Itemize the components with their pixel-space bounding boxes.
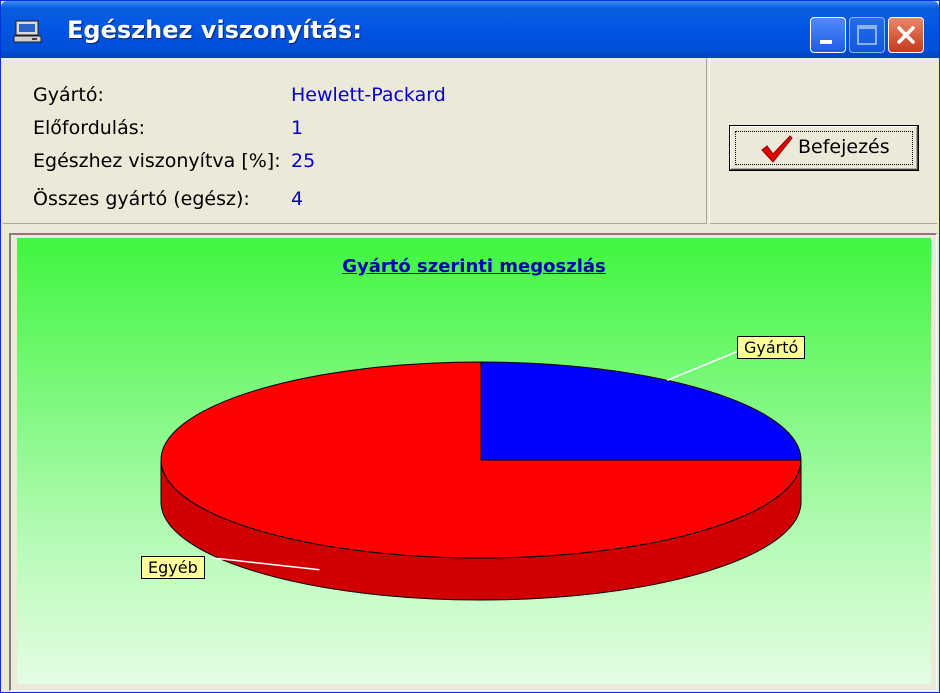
info-panel: Gyártó: Hewlett-Packard Előfordulás: 1 E… bbox=[3, 58, 707, 224]
occurrence-label: Előfordulás: bbox=[33, 117, 146, 139]
manufacturer-value: Hewlett-Packard bbox=[291, 84, 446, 106]
pie-slice-manufacturer bbox=[480, 361, 802, 461]
finish-button-label: Befejezés bbox=[798, 136, 890, 158]
dialog-window: Egészhez viszonyítás: Gyártó: Hewlett-Pa… bbox=[0, 0, 940, 693]
maximize-icon bbox=[857, 25, 877, 45]
minimize-icon bbox=[820, 40, 832, 44]
slice-label-other: Egyéb bbox=[141, 556, 205, 579]
slice-label-manufacturer: Gyártó bbox=[737, 336, 806, 359]
close-button[interactable] bbox=[888, 17, 924, 53]
percent-label: Egészhez viszonyítva [%]: bbox=[33, 150, 281, 172]
minimize-button[interactable] bbox=[810, 17, 846, 53]
close-icon bbox=[897, 26, 915, 44]
window-title: Egészhez viszonyítás: bbox=[67, 16, 362, 44]
title-bar[interactable]: Egészhez viszonyítás: bbox=[1, 1, 939, 58]
total-label: Összes gyártó (egész): bbox=[33, 188, 250, 210]
occurrence-value: 1 bbox=[291, 117, 304, 139]
computer-icon bbox=[13, 20, 42, 43]
finish-button[interactable]: Befejezés bbox=[729, 125, 919, 171]
leader-line-manufacturer bbox=[666, 349, 742, 381]
pie-chart: Gyártó szerinti megoszlás Gyártó Egyéb bbox=[17, 238, 931, 684]
pie-chart-canvas bbox=[160, 349, 802, 601]
total-value: 4 bbox=[291, 188, 304, 210]
red-checkmark-icon bbox=[761, 135, 793, 163]
percent-value: 25 bbox=[291, 150, 316, 172]
chart-title: Gyártó szerinti megoszlás bbox=[342, 256, 606, 277]
manufacturer-label: Gyártó: bbox=[33, 84, 104, 106]
maximize-button[interactable] bbox=[849, 17, 885, 53]
